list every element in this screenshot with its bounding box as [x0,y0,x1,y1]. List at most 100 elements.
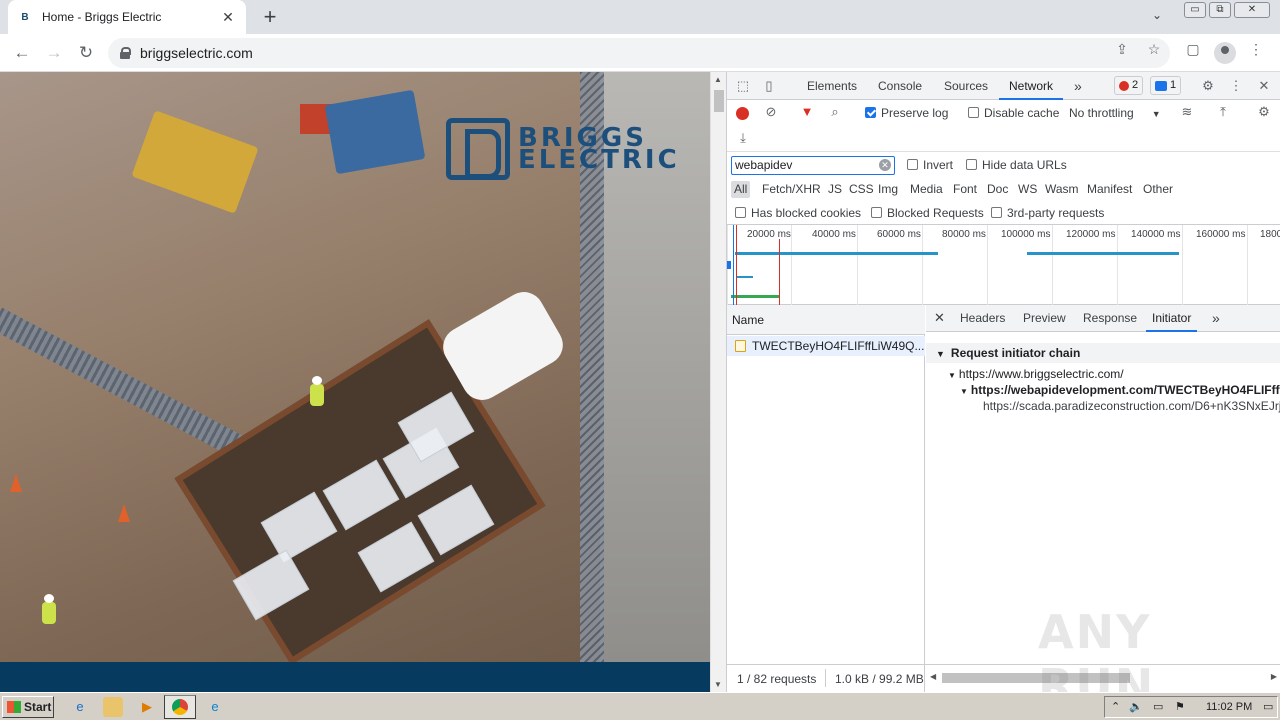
expand-triangle-icon[interactable]: ▼ [948,371,956,380]
invert-checkbox[interactable]: Invert [907,158,953,172]
filter-media[interactable]: Media [907,181,946,198]
scrollbar-thumb[interactable] [714,90,724,112]
clock[interactable]: 11:02 PM [1206,701,1252,713]
filter-font[interactable]: Font [950,181,980,198]
initiator-url[interactable]: https://www.briggselectric.com/ [959,367,1124,381]
share-icon[interactable]: ⇪ [1112,41,1132,58]
restore-button[interactable]: ⧉ [1209,2,1231,18]
devtools-close-icon[interactable]: ✕ [1256,78,1272,94]
lock-icon[interactable] [120,47,131,59]
bookmark-star-icon[interactable]: ☆ [1144,41,1164,58]
filter-funnel-icon[interactable]: ▼ [799,104,815,120]
scroll-down-icon[interactable]: ▼ [714,680,722,689]
search-icon[interactable]: ⌕ [827,104,843,120]
devtools-menu-icon[interactable]: ⋮ [1228,78,1244,94]
close-detail-icon[interactable]: ✕ [934,305,945,332]
filter-manifest[interactable]: Manifest [1084,181,1135,198]
scroll-left-icon[interactable]: ◀ [930,672,936,681]
filter-doc[interactable]: Doc [984,181,1011,198]
filter-ws[interactable]: WS [1015,181,1040,198]
side-panel-icon[interactable]: ▢ [1183,41,1203,58]
initiator-url[interactable]: https://webapidevelopment.com/TWECTBeyHO… [971,383,1280,397]
name-column-header[interactable]: Name [727,305,925,335]
checkbox-checked-icon[interactable] [865,107,876,119]
tab-home[interactable]: B Home - Briggs Electric ✕ [8,0,246,34]
filter-other[interactable]: Other [1140,181,1176,198]
blocked-requests-checkbox[interactable]: Blocked Requests [871,206,984,220]
checkbox-icon[interactable] [871,207,882,219]
minimize-button[interactable]: ▭ [1184,2,1206,18]
blocked-cookies-checkbox[interactable]: Has blocked cookies [735,206,861,220]
device-toolbar-icon[interactable]: ▯ [761,78,777,94]
checkbox-icon[interactable] [968,107,979,119]
media-player-icon[interactable]: ▶ [137,697,157,717]
forward-button[interactable]: → [42,41,66,65]
preserve-log-checkbox[interactable]: Preserve log [865,106,948,120]
export-har-icon[interactable]: ⤓ [735,130,751,146]
initiator-chain-section[interactable]: ▼ Request initiator chain [926,343,1280,363]
volume-icon[interactable]: 🔈 [1129,700,1143,713]
network-conditions-icon[interactable]: ≋ [1179,104,1195,120]
checkbox-icon[interactable] [966,159,977,171]
filter-js[interactable]: JS [825,181,845,198]
checkbox-icon[interactable] [735,207,746,219]
record-button[interactable] [736,107,749,120]
back-button[interactable]: ← [10,41,34,65]
tab-initiator[interactable]: Initiator [1146,305,1198,332]
briggs-logo[interactable]: BRIGGS ELECTRIC [446,118,680,180]
initiator-node[interactable]: https://scada.paradizeconstruction.com/D… [983,399,1280,413]
filter-img[interactable]: Img [875,181,901,198]
settings-gear-icon[interactable]: ⚙ [1200,78,1216,94]
address-bar[interactable]: briggselectric.com [108,38,1170,68]
filter-wasm[interactable]: Wasm [1042,181,1082,198]
tab-sources[interactable]: Sources [944,72,988,100]
tab-console[interactable]: Console [878,72,922,100]
throttling-select[interactable]: No throttling ▼ [1069,106,1161,120]
request-row[interactable]: TWECTBeyHO4FLIFffLiW49Q... [727,336,925,356]
ie-icon[interactable]: e [70,697,90,717]
filter-css[interactable]: CSS [846,181,877,198]
import-har-icon[interactable]: ⤒ [1215,104,1231,120]
show-desktop-icon[interactable]: ▭ [1263,700,1273,713]
new-tab-button[interactable]: + [258,5,282,29]
checkbox-icon[interactable] [991,207,1002,219]
filter-all[interactable]: All [731,181,751,198]
inspect-element-icon[interactable]: ⬚ [735,78,751,94]
more-detail-tabs-icon[interactable]: » [1212,305,1220,332]
scroll-up-icon[interactable]: ▲ [714,75,722,84]
network-overview-timeline[interactable]: 20000 ms 40000 ms 60000 ms 80000 ms 1000… [727,225,1280,305]
tab-close-icon[interactable]: ✕ [220,9,236,26]
start-button[interactable]: Start [2,696,54,718]
tab-network[interactable]: Network [999,72,1064,100]
chrome-menu-icon[interactable]: ⋮ [1246,41,1266,58]
checkbox-icon[interactable] [907,159,918,171]
tab-elements[interactable]: Elements [807,72,857,100]
action-center-flag-icon[interactable]: ⚑ [1175,700,1185,713]
filter-fetch-xhr[interactable]: Fetch/XHR [759,181,824,198]
url-text[interactable]: briggselectric.com [140,45,253,61]
reload-button[interactable]: ↻ [74,41,98,65]
tray-expand-icon[interactable]: ⌃ [1111,700,1120,713]
hide-data-urls-checkbox[interactable]: Hide data URLs [966,158,1067,172]
error-badge[interactable]: 2 [1114,76,1144,95]
tab-headers[interactable]: Headers [960,305,1005,332]
message-badge[interactable]: 1 [1150,76,1182,95]
page-scrollbar[interactable]: ▲ ▼ [710,72,726,692]
initiator-node-selected[interactable]: ▼ https://webapidevelopment.com/TWECTBeyH… [960,383,1280,397]
chrome-taskbar-button[interactable] [164,695,196,719]
expand-triangle-icon[interactable]: ▼ [960,387,968,396]
initiator-node[interactable]: ▼ https://www.briggselectric.com/ [948,367,1124,381]
third-party-checkbox[interactable]: 3rd-party requests [991,206,1104,220]
disable-cache-checkbox[interactable]: Disable cache [968,106,1059,120]
network-settings-icon[interactable]: ⚙ [1256,104,1272,120]
folder-icon[interactable] [103,697,123,717]
collapse-triangle-icon[interactable]: ▼ [936,349,945,359]
more-tabs-icon[interactable]: » [1074,72,1082,100]
clear-icon[interactable]: ⊘ [763,104,779,120]
initiator-url[interactable]: https://scada.paradizeconstruction.com/D… [983,399,1280,413]
tab-response[interactable]: Response [1083,305,1137,332]
network-icon[interactable]: ▭ [1153,700,1163,713]
clear-filter-icon[interactable]: ✕ [879,159,891,171]
filter-input[interactable]: webapidev [731,156,895,175]
tab-search-icon[interactable]: ⌄ [1152,8,1162,22]
